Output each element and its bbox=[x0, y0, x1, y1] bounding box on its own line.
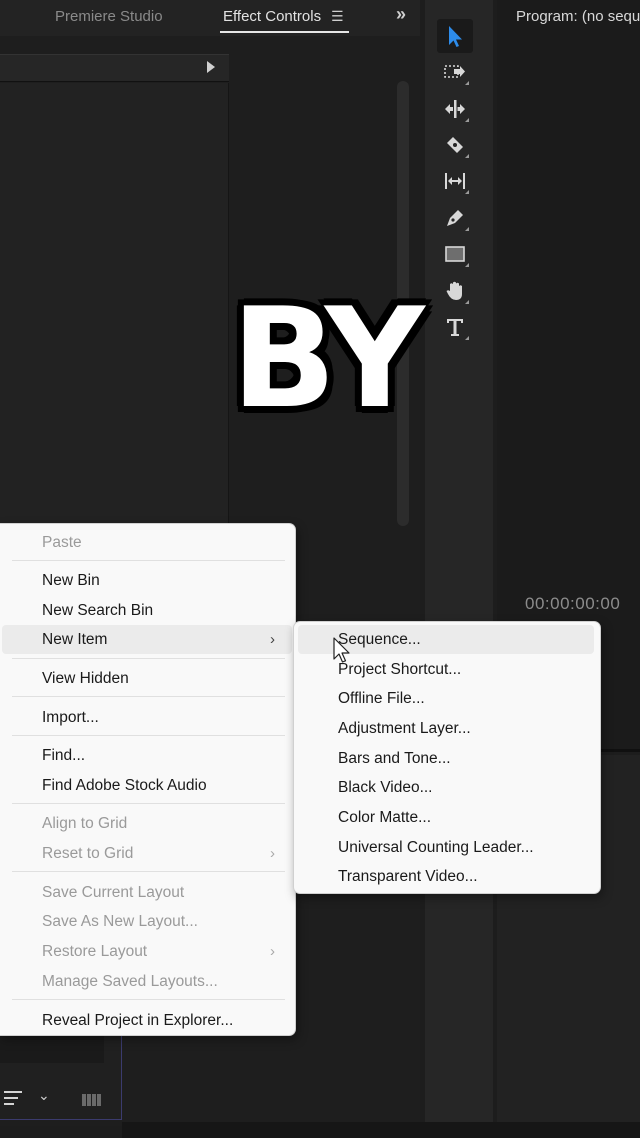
menu-item-restore-layout[interactable]: Restore Layout › bbox=[2, 937, 292, 966]
program-monitor-title[interactable]: Program: (no sequ bbox=[516, 8, 640, 25]
submenu-item-universal-counting-leader[interactable]: Universal Counting Leader... bbox=[298, 833, 594, 862]
menu-item-new-bin[interactable]: New Bin bbox=[2, 566, 292, 595]
ripple-edit-tool-icon[interactable] bbox=[437, 92, 473, 126]
effect-controls-header bbox=[0, 54, 229, 82]
overflow-chevron-icon[interactable]: » bbox=[396, 4, 406, 25]
menu-item-new-search-bin[interactable]: New Search Bin bbox=[2, 596, 292, 625]
mouse-cursor-icon bbox=[333, 637, 350, 663]
track-select-forward-tool-icon[interactable] bbox=[437, 55, 473, 89]
project-panel-content bbox=[0, 1035, 104, 1063]
panel-menu-icon[interactable]: ☰ bbox=[331, 8, 345, 25]
panel-tab-bar: Premiere Studio Effect Controls ☰ » bbox=[0, 0, 420, 36]
tab-effect-controls[interactable]: Effect Controls bbox=[219, 8, 350, 33]
submenu-item-offline-file[interactable]: Offline File... bbox=[298, 684, 594, 713]
submenu-chevron-icon: › bbox=[270, 943, 275, 960]
submenu-item-black-video[interactable]: Black Video... bbox=[298, 773, 594, 802]
menu-item-align-to-grid[interactable]: Align to Grid bbox=[2, 809, 292, 838]
project-panel-footer: ⌄ bbox=[0, 1034, 122, 1120]
tools-panel bbox=[425, 0, 493, 1138]
freeform-view-icon[interactable] bbox=[82, 1093, 104, 1106]
menu-item-import[interactable]: Import... bbox=[2, 703, 292, 732]
menu-item-paste[interactable]: Paste bbox=[2, 528, 292, 557]
bottom-strip bbox=[122, 1122, 640, 1138]
submenu-item-color-matte[interactable]: Color Matte... bbox=[298, 803, 594, 832]
menu-item-manage-saved-layouts[interactable]: Manage Saved Layouts... bbox=[2, 967, 292, 996]
submenu-chevron-icon: › bbox=[270, 631, 275, 648]
video-caption-overlay: BY bbox=[231, 278, 425, 439]
sort-dropdown-icon[interactable]: ⌄ bbox=[38, 1087, 50, 1104]
menu-item-reveal-project-in-explorer[interactable]: Reveal Project in Explorer... bbox=[2, 1006, 292, 1035]
menu-item-reset-to-grid[interactable]: Reset to Grid › bbox=[2, 839, 292, 868]
list-view-icon[interactable] bbox=[4, 1091, 22, 1109]
expand-triangle-icon[interactable] bbox=[207, 61, 215, 73]
razor-tool-icon[interactable] bbox=[437, 128, 473, 162]
slip-tool-icon[interactable] bbox=[437, 164, 473, 198]
rectangle-tool-icon[interactable] bbox=[437, 237, 473, 271]
submenu-chevron-icon: › bbox=[270, 845, 275, 862]
menu-item-new-item[interactable]: New Item › bbox=[2, 625, 292, 654]
menu-item-find[interactable]: Find... bbox=[2, 741, 292, 770]
submenu-item-transparent-video[interactable]: Transparent Video... bbox=[298, 862, 594, 891]
playhead-timecode[interactable]: 00:00:00:00 bbox=[525, 594, 620, 614]
menu-item-save-as-new-layout[interactable]: Save As New Layout... bbox=[2, 907, 292, 936]
submenu-item-bars-and-tone[interactable]: Bars and Tone... bbox=[298, 744, 594, 773]
menu-item-view-hidden[interactable]: View Hidden bbox=[2, 664, 292, 693]
menu-item-save-current-layout[interactable]: Save Current Layout bbox=[2, 878, 292, 907]
selection-tool-icon[interactable] bbox=[437, 19, 473, 53]
effect-controls-body bbox=[0, 83, 229, 563]
tab-premiere-studio[interactable]: Premiere Studio bbox=[55, 8, 163, 25]
submenu-item-adjustment-layer[interactable]: Adjustment Layer... bbox=[298, 714, 594, 743]
pen-tool-icon[interactable] bbox=[437, 201, 473, 235]
project-context-menu: Paste New Bin New Search Bin New Item › V… bbox=[0, 523, 296, 1036]
menu-item-find-adobe-stock-audio[interactable]: Find Adobe Stock Audio bbox=[2, 771, 292, 800]
